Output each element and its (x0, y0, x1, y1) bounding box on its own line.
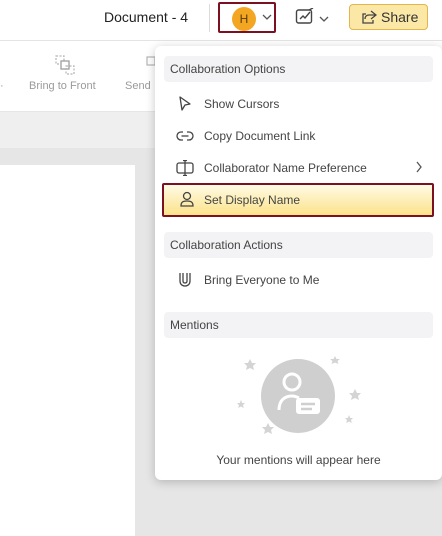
chevron-down-icon (262, 14, 272, 20)
cursor-icon (179, 96, 191, 111)
menu-item-bring-everyone-to-me[interactable]: Bring Everyone to Me (164, 265, 433, 295)
chevron-right-icon (416, 161, 422, 173)
send-to-back-button[interactable]: Send (125, 80, 151, 92)
share-label: Share (381, 9, 419, 25)
menu-item-label: Collaborator Name Preference (204, 161, 367, 175)
mentions-header: Mentions (164, 312, 433, 338)
menu-item-label: Copy Document Link (204, 129, 316, 143)
menu-item-set-display-name[interactable]: Set Display Name (162, 183, 434, 217)
menu-item-show-cursors[interactable]: Show Cursors (164, 89, 433, 119)
menu-item-collaborator-name-preference[interactable]: Collaborator Name Preference (164, 153, 433, 183)
toolbar-item-partial[interactable]: · (0, 80, 6, 92)
collaboration-avatar-button[interactable]: H (218, 2, 276, 33)
collaboration-options-header: Collaboration Options (164, 56, 433, 82)
bring-to-front-icon (55, 55, 75, 75)
annotation-menu-button[interactable] (295, 6, 331, 30)
link-icon (176, 131, 194, 141)
share-icon (362, 10, 377, 24)
header-divider (209, 4, 210, 32)
bring-to-front-button[interactable]: Bring to Front (29, 80, 96, 92)
user-icon (180, 191, 194, 207)
mentions-empty-illustration (237, 356, 361, 434)
name-preference-icon (176, 160, 194, 176)
avatar: H (232, 7, 256, 31)
collaboration-actions-header: Collaboration Actions (164, 232, 433, 258)
magnet-icon (179, 273, 191, 287)
menu-item-label: Bring Everyone to Me (204, 273, 320, 287)
share-button[interactable]: Share (349, 4, 428, 30)
menu-item-copy-document-link[interactable]: Copy Document Link (164, 121, 433, 151)
chevron-down-icon (319, 16, 329, 22)
menu-item-label: Set Display Name (204, 193, 301, 207)
mentions-empty-message: Your mentions will appear here (216, 453, 381, 467)
collaboration-dropdown: Collaboration Options Show Cursors Copy … (155, 46, 442, 480)
document-title[interactable]: Document - 4 (104, 8, 188, 26)
document-page[interactable] (0, 165, 135, 536)
annotation-icon (295, 8, 314, 24)
menu-item-label: Show Cursors (204, 97, 280, 111)
